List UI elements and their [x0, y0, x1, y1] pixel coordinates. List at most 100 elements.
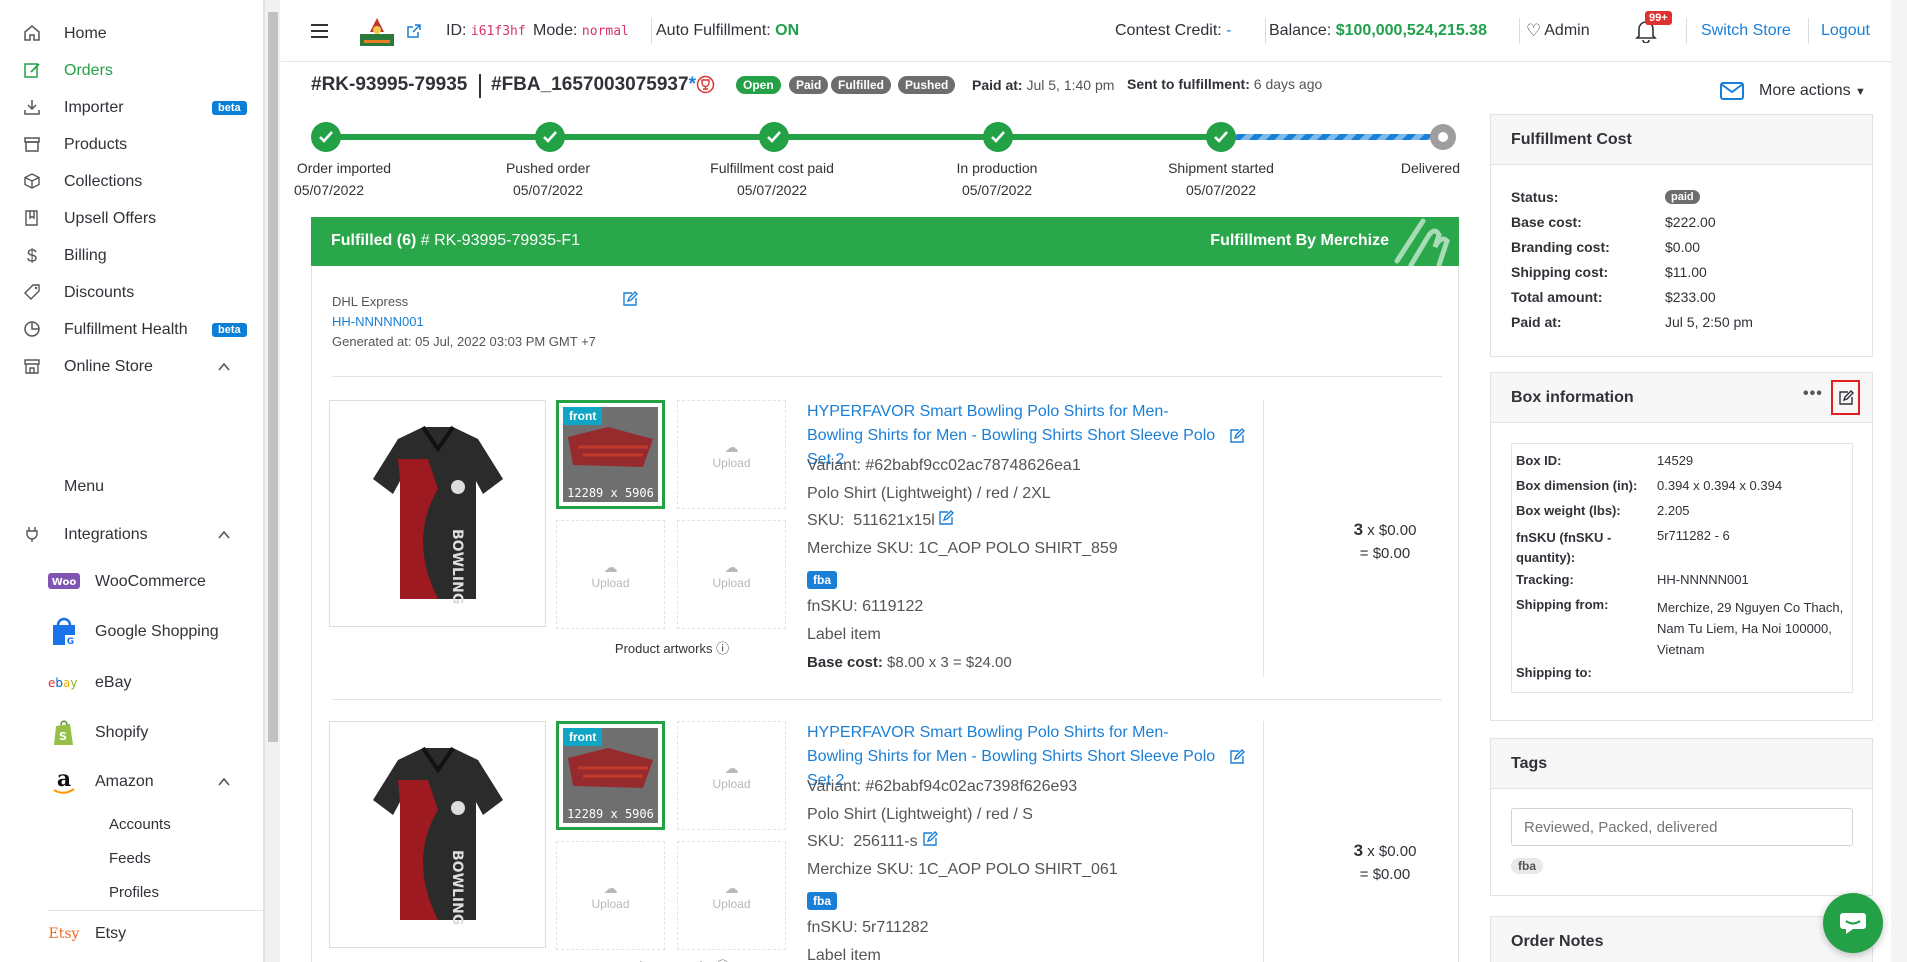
box-label: Shipping to: [1516, 665, 1592, 680]
tags-input[interactable] [1511, 808, 1853, 846]
fba-number: #FBA_1657003075937* [491, 74, 696, 96]
artwork-upload-slot[interactable]: ☁ Upload [556, 520, 665, 629]
heart-icon: ♡ [1526, 21, 1542, 40]
home-icon [22, 24, 42, 44]
cost-label: Paid at: [1511, 314, 1562, 330]
box-tracking-link[interactable]: HH-NNNNN001 [1657, 572, 1749, 587]
cost-value: Jul 5, 2:50 pm [1665, 314, 1753, 330]
artwork-upload-slot[interactable]: ☁ Upload [677, 841, 786, 950]
label-item-link[interactable]: Label item [807, 626, 881, 644]
external-link-icon[interactable] [406, 0, 422, 62]
cost-label: Branding cost: [1511, 239, 1610, 255]
edit-box-button[interactable] [1831, 380, 1860, 415]
sidebar-item-upsell-offers[interactable]: Upsell Offers [0, 202, 263, 236]
divider [651, 18, 652, 44]
tag-chip[interactable]: fba [1511, 858, 1543, 874]
upload-label: Upload [712, 777, 751, 791]
sidebar-item-importer[interactable]: Importer beta [0, 91, 263, 125]
sidebar-item-billing[interactable]: $ Billing [0, 239, 263, 273]
logout-link[interactable]: Logout [1821, 0, 1870, 62]
sidebar-item-label: Orders [64, 62, 113, 79]
trophy-icon[interactable] [696, 75, 715, 98]
sidebar-item-online-store[interactable]: Online Store [0, 350, 263, 384]
edit-sku-icon[interactable] [922, 831, 938, 851]
sidebar-integration-etsy[interactable]: Etsy Etsy [0, 919, 263, 949]
edit-sku-icon[interactable] [938, 510, 954, 530]
upload-label: Upload [591, 576, 630, 590]
beta-badge: beta [212, 323, 247, 337]
order-notes-panel: Order Notes [1490, 916, 1873, 962]
auto-fulfillment: Auto Fulfillment: ON [656, 0, 799, 62]
admin-menu[interactable]: ♡ Admin [1526, 0, 1590, 62]
sidebar-item-orders[interactable]: Orders [0, 54, 263, 88]
switch-store-link[interactable]: Switch Store [1701, 0, 1791, 62]
svg-text:S: S [59, 730, 67, 743]
sidebar-item-products[interactable]: Products [0, 128, 263, 162]
sidebar-scrollbar-thumb[interactable] [268, 12, 278, 742]
svg-text:Woo: Woo [52, 577, 77, 588]
fnsku: fnSKU: 6119122 [807, 598, 924, 615]
artwork-side-tag: front [563, 728, 603, 746]
more-actions-button[interactable]: More actions ▼ [1759, 82, 1866, 100]
sidebar-item-home[interactable]: Home [0, 17, 263, 51]
chat-button[interactable] [1823, 893, 1883, 953]
fulfillment-title: Fulfilled (6) # RK-93995-79935-F1 [331, 232, 580, 250]
artwork-front[interactable]: front 12289 x 5906 [556, 400, 665, 509]
chevron-up-icon[interactable] [218, 361, 230, 373]
product-image[interactable]: BOWLING [329, 400, 546, 627]
contest-credit-value[interactable]: - [1226, 22, 1231, 40]
sidebar-integration-ebay[interactable]: ebay eBay [0, 668, 263, 698]
sidebar-item-label: Home [64, 25, 107, 42]
chat-bubble-icon [1840, 913, 1866, 934]
woocommerce-icon: Woo [48, 569, 80, 595]
sidebar-item-label: Collections [64, 173, 143, 190]
balance-value: $100,000,524,215.38 [1335, 22, 1487, 39]
artwork-upload-slot[interactable]: ☁ Upload [556, 841, 665, 950]
sidebar-integration-google-shopping[interactable]: G Google Shopping [0, 617, 263, 647]
more-options-icon[interactable]: ••• [1803, 385, 1823, 403]
artwork-front[interactable]: front 12289 x 5906 [556, 721, 665, 830]
sidebar-amazon-profiles[interactable]: Profiles [0, 877, 240, 907]
sidebar-amazon-feeds[interactable]: Feeds [0, 843, 240, 873]
sidebar-integration-amazon[interactable]: a Amazon [0, 767, 263, 797]
sidebar-scrollbar[interactable] [264, 0, 280, 962]
svg-text:a: a [57, 768, 71, 792]
info-icon[interactable]: ⓘ [716, 641, 729, 656]
cloud-upload-icon: ☁ [724, 559, 739, 575]
sidebar-item-collections[interactable]: Collections [0, 165, 263, 199]
chevron-up-icon[interactable] [218, 529, 230, 541]
chevron-up-icon[interactable] [218, 776, 230, 788]
edit-product-icon[interactable] [1229, 749, 1245, 769]
cloud-upload-icon: ☁ [603, 880, 618, 896]
box-label: Tracking: [1516, 572, 1574, 587]
label-item-link[interactable]: Label item [807, 947, 881, 962]
artwork-upload-slot[interactable]: ☁ Upload [677, 520, 786, 629]
main-scrollbar[interactable] [1891, 0, 1907, 962]
hamburger-menu-icon[interactable] [311, 0, 329, 62]
sidebar-subitem-menu[interactable]: Menu [0, 472, 240, 502]
sidebar-item-integrations[interactable]: Integrations [0, 518, 263, 552]
upsell-icon [22, 209, 42, 229]
edit-product-icon[interactable] [1229, 428, 1245, 448]
cost-value: $11.00 [1665, 264, 1707, 280]
quantity-price: 3 x $0.00 [1325, 520, 1445, 540]
product-image[interactable]: BOWLING [329, 721, 546, 948]
artwork-upload-slot[interactable]: ☁ Upload [677, 400, 786, 509]
artwork-dimensions: 12289 x 5906 [567, 486, 654, 500]
divider [48, 910, 263, 911]
sidebar-amazon-accounts[interactable]: Accounts [0, 809, 240, 839]
email-icon[interactable] [1720, 82, 1744, 104]
timeline-step-check-icon [759, 122, 789, 152]
tracking-link[interactable]: HH-NNNNN001 [332, 314, 424, 329]
sidebar-item-fulfillment-health[interactable]: Fulfillment Health beta [0, 313, 263, 347]
sidebar-integration-woocommerce[interactable]: Woo WooCommerce [0, 567, 263, 597]
sidebar-item-discounts[interactable]: Discounts [0, 276, 263, 310]
divider [1808, 18, 1809, 44]
notifications-button[interactable]: 99+ [1635, 0, 1672, 62]
integration-label: Etsy [95, 925, 127, 942]
edit-tracking-icon[interactable] [622, 291, 638, 311]
artwork-upload-slot[interactable]: ☁ Upload [677, 721, 786, 830]
sidebar-integration-shopify[interactable]: S Shopify [0, 718, 263, 748]
store-logo[interactable] [356, 0, 398, 62]
timeline-step-label: Order imported [296, 160, 392, 176]
